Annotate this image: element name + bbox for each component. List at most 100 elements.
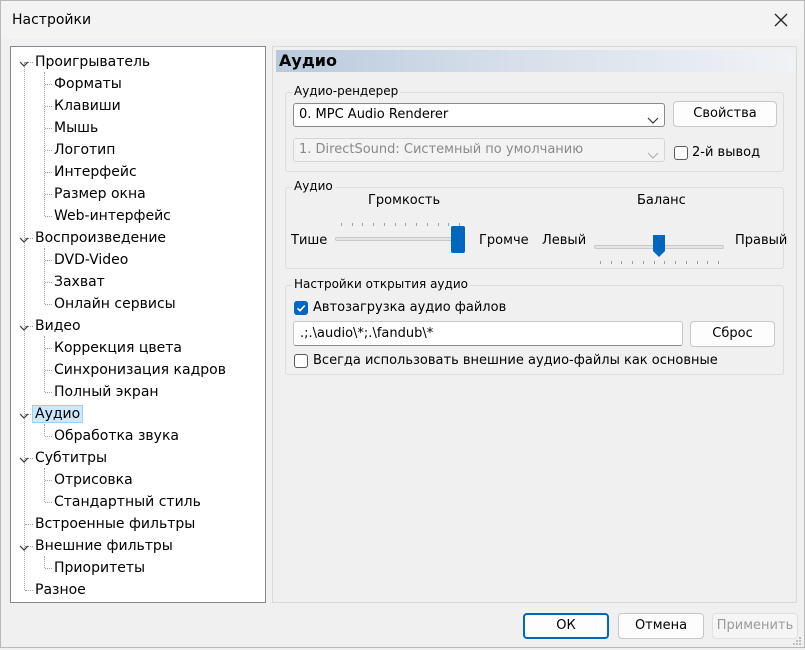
tree-connector [45,260,52,261]
tree-connector [45,480,52,481]
tree-item[interactable]: Коррекция цвета [54,338,182,358]
secondary-output-value: 1. DirectSound: Системный по умолчанию [299,142,584,157]
tree-item[interactable]: Разное [35,580,86,600]
tree-item[interactable]: Субтитры [35,448,107,468]
tree-item-label: Разное [35,582,86,598]
tree-item-label: Синхронизация кадров [54,362,226,378]
tree-connector [45,282,52,283]
tree-item[interactable]: DVD-Video [54,250,128,270]
slider-tick [351,223,353,226]
balance-slider[interactable] [594,227,724,267]
close-button[interactable] [768,7,794,33]
tree-item-label: Стандартный стиль [54,494,201,510]
tree-item-label: Мышь [54,120,99,136]
tree-item-label: Аудио [32,405,84,423]
tree-item-label: Логотип [54,142,116,158]
autoload-paths-value: .;.\audio\*;.\fandub\* [300,326,434,341]
audio-open-group-label: Настройки открытия аудио [292,277,470,291]
tree-item-label: Коррекция цвета [54,340,182,356]
autoload-paths-input[interactable]: .;.\audio\*;.\fandub\* [293,321,683,346]
slider-thumb[interactable] [451,226,465,253]
tree-item-label: Интерфейс [54,164,137,180]
tree-item[interactable]: Онлайн сервисы [54,294,176,314]
chevron-down-icon[interactable] [19,234,29,244]
tree-item[interactable]: Форматы [54,74,122,94]
secondary-output-combo[interactable]: 1. DirectSound: Системный по умолчанию [293,138,665,162]
volume-min-label: Тише [291,233,328,248]
tree-item-label: Обработка звука [54,428,179,444]
tree-item-label: Размер окна [54,186,146,202]
slider-tick [685,261,687,264]
resize-grip-icon[interactable] [792,635,802,645]
renderer-combo[interactable]: 0. MPC Audio Renderer [293,103,665,127]
tree-item[interactable]: Интерфейс [54,162,137,182]
chevron-down-icon[interactable] [19,542,29,552]
chevron-down-icon[interactable] [19,58,29,68]
tree-item[interactable]: Видео [35,316,81,336]
volume-label: Громкость [368,193,441,208]
audio-settings-panel: Аудио Аудио-рендерер 0. MPC Audio Render… [272,46,797,603]
tree-connector [45,216,52,217]
slider-tick [448,223,450,226]
slider-tick [600,261,601,264]
balance-label: Баланс [637,193,686,208]
settings-dialog: Настройки Проигрыватель Форматы Клавиши Мыш… [0,0,805,648]
tree-item[interactable]: Клавиши [54,96,121,116]
close-icon [768,7,794,33]
tree-item[interactable]: Аудио [32,404,84,424]
autoload-label: Автозагрузка аудио файлов [313,300,507,315]
volume-slider[interactable] [335,219,465,259]
tree-item[interactable]: Отрисовка [54,470,133,490]
tree-item[interactable]: Размер окна [54,184,146,204]
settings-tree[interactable]: Проигрыватель Форматы Клавиши Мышь Логотип Ин… [10,46,266,603]
chevron-down-icon[interactable] [19,410,29,420]
tree-connector [45,568,52,569]
apply-button[interactable]: Применить [712,613,798,639]
tree-item[interactable]: Воспроизведение [35,228,166,248]
chevron-down-icon[interactable] [19,454,29,464]
slider-tick [426,223,428,226]
tree-branch-connector [44,248,45,304]
tree-item-label: Внешние фильтры [35,538,173,554]
slider-tick [675,261,677,264]
tree-connector [45,172,52,173]
slider-tick [416,223,418,226]
second-output-checkbox[interactable] [674,146,688,160]
tree-item[interactable]: Мышь [54,118,98,138]
title-bar: Настройки [1,1,804,39]
tree-item-label: Захват [54,274,105,290]
tree-item[interactable]: Полный экран [54,382,159,402]
chevron-down-icon[interactable] [19,322,29,332]
tree-item[interactable]: Захват [54,272,105,292]
tree-item[interactable]: Встроенные фильтры [35,514,195,534]
tree-item[interactable]: Приоритеты [54,558,145,578]
tree-item[interactable]: Синхронизация кадров [54,360,226,380]
tree-connector [45,392,52,393]
reset-button[interactable]: Сброс [690,321,775,347]
tree-connector [45,370,52,371]
ok-button[interactable]: ОК [523,613,609,639]
tree-branch-connector [44,424,45,436]
cancel-button[interactable]: Отмена [618,613,704,639]
external-audio-checkbox[interactable] [294,354,308,368]
slider-tick [610,261,612,264]
slider-tick [621,261,623,264]
tree-item[interactable]: Стандартный стиль [54,492,201,512]
window-title: Настройки [12,12,92,28]
slider-tick [437,223,439,226]
chevron-down-icon [647,111,659,133]
properties-button[interactable]: Свойства [673,101,777,127]
tree-item-label: Проигрыватель [35,54,151,70]
panel-header: Аудио [276,50,793,72]
tree-item[interactable]: Обработка звука [54,426,179,446]
tree-item[interactable]: Web-интерфейс [54,206,171,226]
tree-item-label: Видео [35,318,81,334]
autoload-checkbox[interactable] [294,301,308,315]
tree-item-label: Встроенные фильтры [35,516,196,532]
tree-item[interactable]: Проигрыватель [35,52,150,72]
slider-tick [383,223,385,226]
external-audio-label: Всегда использовать внешние аудио-файлы … [313,353,718,368]
slider-thumb[interactable] [652,234,666,262]
tree-item[interactable]: Логотип [54,140,115,160]
tree-item[interactable]: Внешние фильтры [35,536,173,556]
